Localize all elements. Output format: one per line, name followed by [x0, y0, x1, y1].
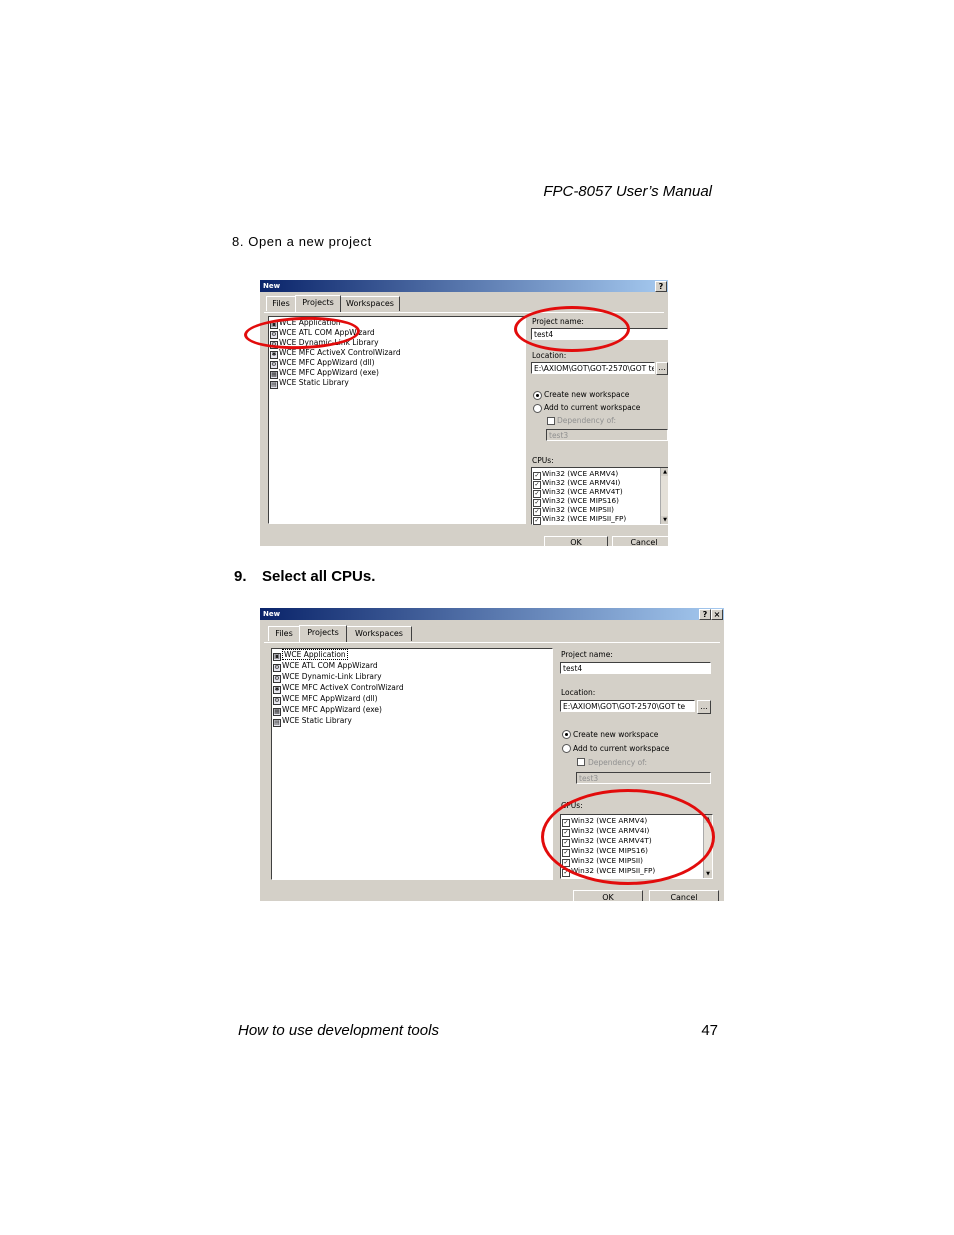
footer-page-number: 47: [701, 1022, 718, 1039]
location-field[interactable]: E:\AXIOM\GOT\GOT-2570\GOT te: [560, 700, 695, 712]
activex-wizard-icon: ✱: [273, 686, 281, 694]
ok-button[interactable]: OK: [544, 536, 608, 546]
step-9-number: 9.: [234, 568, 247, 585]
scroll-down-icon[interactable]: ▼: [704, 870, 712, 878]
tab-files[interactable]: Files: [268, 626, 300, 641]
cpu-item[interactable]: ✓ Win32 (WCE ARMV4): [533, 469, 618, 480]
dependency-select[interactable]: test3: [576, 772, 711, 784]
browse-button[interactable]: ...: [697, 700, 711, 714]
tab-projects[interactable]: Projects: [299, 625, 347, 642]
list-item[interactable]: ▦ WCE MFC AppWizard (exe): [270, 368, 379, 379]
highlight-oval-cpus: [541, 789, 715, 885]
cpu-item[interactable]: ✓ Win32 (WCE ARMV4I): [533, 478, 620, 489]
list-item[interactable]: ⚙ WCE MFC AppWizard (dll): [273, 694, 378, 705]
help-button[interactable]: ?: [655, 281, 667, 292]
static-library-icon: ▤: [273, 719, 281, 727]
create-workspace-label: Create new workspace: [544, 390, 630, 399]
tab-workspaces[interactable]: Workspaces: [340, 296, 400, 311]
browse-button[interactable]: ...: [656, 362, 668, 375]
add-workspace-label: Add to current workspace: [544, 403, 641, 412]
cpu-list-scrollbar[interactable]: ▲ ▼: [660, 468, 668, 524]
footer-section-title: How to use development tools: [238, 1022, 439, 1039]
add-workspace-radio[interactable]: [533, 404, 542, 413]
dll-wizard-icon: ⚙: [273, 675, 281, 683]
tab-files[interactable]: Files: [266, 296, 296, 311]
cpu-list[interactable]: ✓ Win32 (WCE ARMV4) ✓ Win32 (WCE ARMV4I) ✓…: [531, 467, 668, 525]
manual-header: FPC-8057 User’s Manual: [543, 183, 712, 200]
tab-divider: [264, 642, 720, 643]
project-name-field[interactable]: test4: [560, 662, 711, 674]
project-name-label: Project name:: [561, 650, 613, 659]
cpu-item[interactable]: ✓ Win32 (WCE MIPSII_FP): [533, 514, 626, 525]
dependency-select[interactable]: test3: [546, 429, 668, 441]
cpu-checkbox[interactable]: ✓: [533, 517, 541, 525]
list-item[interactable]: ⚙ WCE Dynamic-Link Library: [273, 672, 382, 683]
step-9-caption: 9. Select all CPUs.: [234, 568, 375, 585]
cpus-label: CPUs:: [532, 456, 554, 465]
dependency-label: Dependency of:: [588, 758, 648, 767]
list-item[interactable]: ▤ WCE Static Library: [273, 716, 352, 727]
step-8-caption: 8. Open a new project: [232, 234, 372, 249]
cancel-button[interactable]: Cancel: [612, 536, 668, 546]
cpu-item[interactable]: ✓ Win32 (WCE MIPSII): [533, 505, 614, 516]
step-9-text: Select all CPUs.: [262, 568, 376, 585]
application-icon: ▣: [273, 653, 281, 661]
add-workspace-label: Add to current workspace: [573, 744, 670, 753]
scroll-down-icon[interactable]: ▼: [661, 516, 668, 524]
create-workspace-label: Create new workspace: [573, 730, 659, 739]
mfc-exe-wizard-icon: ▦: [273, 708, 281, 716]
tab-workspaces[interactable]: Workspaces: [346, 626, 412, 641]
tab-projects[interactable]: Projects: [295, 295, 341, 312]
dialog-title: New: [263, 610, 281, 618]
scroll-up-icon[interactable]: ▲: [661, 468, 668, 476]
dialog-title: New: [263, 282, 281, 290]
list-item[interactable]: ⚙ WCE ATL COM AppWizard: [273, 661, 378, 672]
dependency-checkbox[interactable]: [547, 417, 555, 425]
help-button[interactable]: ?: [699, 609, 711, 620]
cpu-item[interactable]: ✓ Win32 (WCE ARMV4T): [533, 487, 623, 498]
atl-wizard-icon: ⚙: [273, 664, 281, 672]
dialog-title-bar: New ?: [260, 280, 668, 292]
list-item[interactable]: ⚙ WCE MFC AppWizard (dll): [270, 358, 375, 369]
location-label: Location:: [561, 688, 596, 697]
list-item[interactable]: ▤ WCE Static Library: [270, 378, 349, 389]
highlight-oval-project-name: [514, 306, 630, 352]
dependency-checkbox[interactable]: [577, 758, 585, 766]
dialog-title-bar: New ? ×: [260, 608, 724, 620]
mfc-dll-wizard-icon: ⚙: [273, 697, 281, 705]
list-item[interactable]: ✱ WCE MFC ActiveX ControlWizard: [273, 683, 404, 694]
dependency-label: Dependency of:: [557, 416, 617, 425]
list-item[interactable]: ▣ WCE Application: [273, 649, 348, 661]
close-icon[interactable]: ×: [711, 609, 723, 620]
cancel-button[interactable]: Cancel: [649, 890, 719, 901]
location-label: Location:: [532, 351, 567, 360]
list-item[interactable]: ✱ WCE MFC ActiveX ControlWizard: [270, 348, 401, 359]
create-workspace-radio[interactable]: [533, 391, 542, 400]
project-type-list[interactable]: ▣ WCE Application ⚙ WCE ATL COM AppWizard …: [271, 648, 553, 880]
ok-button[interactable]: OK: [573, 890, 643, 901]
static-library-icon: ▤: [270, 381, 278, 389]
create-workspace-radio[interactable]: [562, 730, 571, 739]
list-item[interactable]: ▦ WCE MFC AppWizard (exe): [273, 705, 382, 716]
add-workspace-radio[interactable]: [562, 744, 571, 753]
cpu-item[interactable]: ✓ Win32 (WCE MIPS16): [533, 496, 619, 507]
location-field[interactable]: E:\AXIOM\GOT\GOT-2570\GOT te: [531, 362, 655, 374]
